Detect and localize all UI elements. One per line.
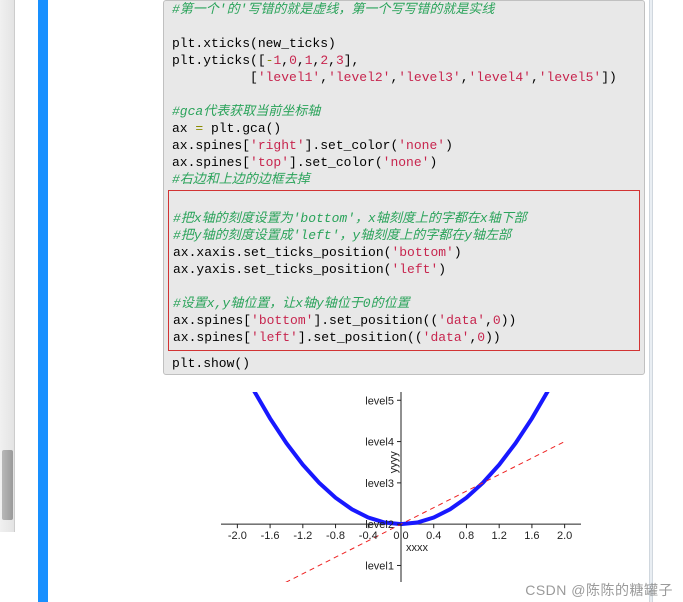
code-line: plt.show() (164, 355, 644, 372)
svg-text:-0.8: -0.8 (326, 530, 345, 542)
scrollbar-thumb[interactable] (2, 450, 13, 520)
svg-text:0.4: 0.4 (426, 530, 441, 542)
code-line: ax.spines['left'].set_position(('data',0… (169, 329, 639, 346)
svg-text:xxxx: xxxx (406, 542, 429, 554)
code-line: ['level1','level2','level3','level4','le… (164, 69, 644, 86)
comment-line: #gca代表获取当前坐标轴 (164, 103, 644, 120)
svg-text:1.6: 1.6 (524, 530, 539, 542)
highlight-box: #把x轴的刻度设置为'bottom'，x轴刻度上的字都在x轴下部 #把y轴的刻度… (168, 190, 640, 351)
left-accent-bar (38, 0, 48, 602)
article-content: #第一个'的'写错的就是虚线，第一个写写错的就是实线 plt.xticks(ne… (48, 0, 650, 375)
svg-text:level1: level1 (365, 560, 394, 572)
comment-line: #把x轴的刻度设置为'bottom'，x轴刻度上的字都在x轴下部 (169, 210, 639, 227)
code-line: plt.yticks([-1,0,1,2,3], (164, 52, 644, 69)
svg-text:level2: level2 (365, 519, 394, 531)
svg-text:-1.2: -1.2 (293, 530, 312, 542)
code-line: ax.spines['bottom'].set_position(('data'… (169, 312, 639, 329)
comment-line: #第一个'的'写错的就是虚线，第一个写写错的就是实线 (164, 1, 644, 18)
code-line: ax.yaxis.set_ticks_position('left') (169, 261, 639, 278)
code-line: ax = plt.gca() (164, 120, 644, 137)
code-line: ax.xaxis.set_ticks_position('bottom') (169, 244, 639, 261)
svg-text:yyyy: yyyy (388, 451, 400, 474)
svg-text:level3: level3 (365, 478, 394, 490)
code-line: ax.spines['right'].set_color('none') (164, 137, 644, 154)
svg-text:2.0: 2.0 (557, 530, 572, 542)
comment-line: #右边和上边的边框去掉 (164, 171, 644, 188)
page-scrollbar[interactable] (0, 0, 15, 532)
code-line: ax.spines['top'].set_color('none') (164, 154, 644, 171)
svg-text:level4: level4 (365, 437, 394, 449)
svg-text:-2.0: -2.0 (228, 530, 247, 542)
comment-line: #设置x,y轴位置，让x轴y轴位于0的位置 (169, 295, 639, 312)
svg-text:0.0: 0.0 (393, 530, 408, 542)
code-block: #第一个'的'写错的就是虚线，第一个写写错的就是实线 plt.xticks(ne… (163, 0, 645, 375)
svg-text:level5: level5 (365, 395, 394, 407)
code-line: plt.xticks(new_ticks) (164, 35, 644, 52)
svg-text:1.2: 1.2 (492, 530, 507, 542)
svg-text:0.8: 0.8 (459, 530, 474, 542)
comment-line: #把y轴的刻度设置成'left'，y轴刻度上的字都在y轴左部 (169, 227, 639, 244)
svg-text:-0.4: -0.4 (359, 530, 378, 542)
svg-text:-1.6: -1.6 (261, 530, 280, 542)
output-chart: -2.0 -1.6 -1.2 -0.8 -0.4 0.0 0.4 0.8 1.2 1.6 2.0 le… (201, 388, 601, 600)
watermark: CSDN @陈陈的糖罐子 (525, 580, 673, 600)
